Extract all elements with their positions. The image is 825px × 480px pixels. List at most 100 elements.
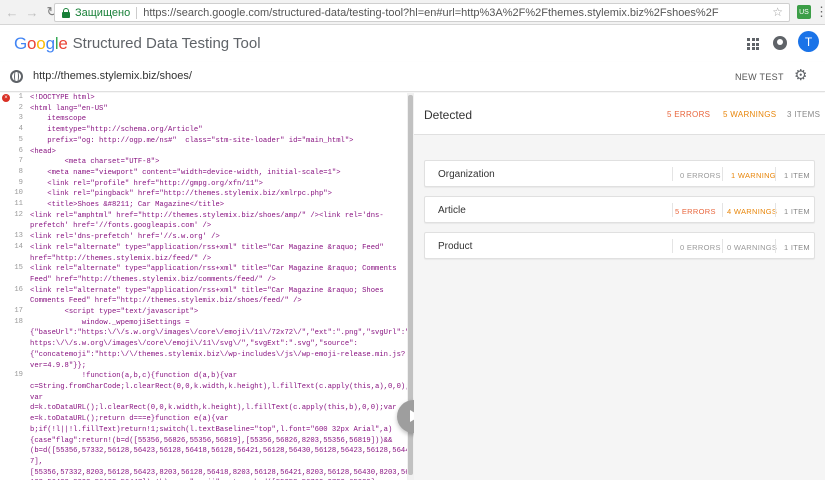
code-text: <meta name="viewport" content="width=dev… — [30, 168, 341, 177]
bookmark-star-icon[interactable]: ☆ — [772, 5, 783, 19]
code-text: <!DOCTYPE html> — [30, 94, 95, 102]
line-number: 18 — [14, 317, 23, 326]
forward-arrow-icon[interactable]: → — [24, 4, 40, 20]
code-text: !function(a,b,c){function d(a,b){var — [30, 372, 238, 381]
code-line: ver=4.9.8"}}; — [0, 361, 407, 372]
result-card-article[interactable]: Article 5 ERRORS 4 WARNINGS 1 ITEM — [424, 196, 815, 223]
code-line: {case"flag":return!(b=d([55356,56826,553… — [0, 436, 407, 447]
line-number: 8 — [18, 167, 23, 176]
code-line: d=k.toDataURL();l.clearRect(0,0,k.width,… — [0, 403, 407, 414]
code-line: 2 <html lang="en-US" — [0, 104, 407, 115]
new-test-button[interactable]: NEW TEST — [735, 72, 784, 82]
code-text: itemtype="http://schema.org/Article" — [30, 126, 203, 135]
code-line: 5 prefix="og: http://ogp.me/ns#" class="… — [0, 136, 407, 147]
line-number: 16 — [14, 285, 23, 294]
code-text: <link rel="alternate" type="application/… — [30, 265, 397, 274]
card-title: Product — [438, 241, 473, 252]
card-warnings: 1 WARNING — [731, 171, 776, 180]
code-line: 17 <script type="text/javascript"> — [0, 307, 407, 318]
code-line: 9 <link rel="profile" href="http://gmpg.… — [0, 179, 407, 190]
code-text: https:\/\/s.w.org\/images\/core\/emoji\/… — [30, 340, 358, 349]
code-text: {"concatemoji":"http:\/\/themes.stylemix… — [30, 350, 406, 359]
account-icon[interactable] — [773, 36, 787, 50]
code-text: d=k.toDataURL();l.clearRect(0,0,k.width,… — [30, 404, 397, 413]
code-line: [55356,57332,8203,56128,56423,8203,56128… — [0, 468, 407, 479]
code-line: prefetch' href='//fonts.googleapis.com' … — [0, 221, 407, 232]
lock-icon — [61, 7, 71, 18]
code-text: [55356,57332,8203,56128,56423,8203,56128… — [30, 468, 407, 477]
code-text: Feed" href="http://themes.stylemix.biz/c… — [30, 275, 276, 284]
total-errors: 5 ERRORS — [667, 110, 711, 119]
code-line: Comments Feed" href="http://themes.style… — [0, 296, 407, 307]
result-card-organization[interactable]: Organization 0 ERRORS 1 WARNING 1 ITEM — [424, 160, 815, 187]
code-line: 15 <link rel="alternate" type="applicatio… — [0, 264, 407, 275]
source-code-editor[interactable]: 1 <!DOCTYPE html> × 2 <html lang="en-US" 3 it… — [0, 93, 407, 480]
line-number: 10 — [14, 189, 23, 198]
total-items: 3 ITEMS — [787, 110, 821, 119]
avatar[interactable]: T — [798, 31, 819, 52]
browser-menu-icon[interactable]: ⋮ — [815, 4, 825, 20]
line-number: 19 — [14, 371, 23, 380]
line-number — [0, 403, 30, 414]
card-divider — [672, 203, 673, 217]
tested-url[interactable]: http://themes.stylemix.biz/shoes/ — [33, 70, 192, 82]
gear-icon[interactable]: ⚙ — [794, 68, 808, 83]
code-line: {"concatemoji":"http:\/\/themes.stylemix… — [0, 350, 407, 361]
line-number: 9 — [18, 178, 23, 187]
result-card-product[interactable]: Product 0 ERRORS 0 WARNINGS 1 ITEM — [424, 232, 815, 259]
card-divider — [775, 203, 776, 217]
results-heading: Detected — [424, 108, 473, 122]
line-number — [0, 350, 30, 361]
address-url[interactable]: https://search.google.com/structured-dat… — [143, 7, 718, 19]
apps-grid-icon[interactable] — [747, 38, 759, 50]
line-number — [0, 221, 30, 232]
code-line: c=String.fromCharCode;l.clearRect(0,0,k.… — [0, 382, 407, 393]
line-number: 4 — [18, 125, 23, 134]
code-text: {"baseUrl":"https:\/\/s.w.org\/images\/c… — [30, 329, 407, 338]
code-text: <link rel="amphtml" href="http://themes.… — [30, 211, 384, 220]
code-line: 7], — [0, 457, 407, 468]
code-line: (b=d([55356,57332,56128,56423,56128,5641… — [0, 446, 407, 457]
line-number — [0, 339, 30, 350]
code-text: itemscope — [30, 115, 87, 124]
line-number — [0, 328, 30, 339]
code-text: prefetch' href='//fonts.googleapis.com' … — [30, 222, 212, 231]
tested-url-bar: http://themes.stylemix.biz/shoes/ NEW TE… — [0, 62, 825, 92]
code-line: 10 <link rel="pingback" href="http://the… — [0, 189, 407, 200]
code-text: var — [30, 393, 43, 402]
results-header: Detected 5 ERRORS 5 WARNINGS 3 ITEMS — [414, 93, 825, 135]
line-number: 6 — [18, 146, 23, 155]
line-number: 14 — [14, 242, 23, 251]
extension-icon[interactable]: US — [797, 5, 811, 19]
code-text: {case"flag":return!(b=d([55356,56826,553… — [30, 436, 393, 445]
line-number — [0, 425, 30, 436]
line-number: 7 — [18, 157, 23, 166]
address-bar[interactable]: Защищено https://search.google.com/struc… — [54, 3, 790, 22]
code-text: 7], — [30, 457, 43, 466]
code-line: 11 <title>Shoes &#8211; Car Magazine</ti… — [0, 200, 407, 211]
back-arrow-icon[interactable]: ← — [4, 4, 20, 20]
browser-toolbar: ← → ↻ Защищено https://search.google.com… — [0, 0, 825, 25]
google-logo[interactable]: Google — [14, 34, 68, 54]
code-line: 8 <meta name="viewport" content="width=d… — [0, 168, 407, 179]
code-text: e=k.toDataURL();return d===e}function e(… — [30, 415, 229, 424]
code-line: {"baseUrl":"https:\/\/s.w.org\/images\/c… — [0, 328, 407, 339]
card-divider — [775, 167, 776, 181]
code-line: 12 <link rel="amphtml" href="http://theme… — [0, 211, 407, 222]
line-number: 5 — [18, 135, 23, 144]
code-text: <link rel="pingback" href="http://themes… — [30, 190, 332, 199]
card-items: 1 ITEM — [784, 171, 810, 180]
code-text: window._wpemojiSettings = — [30, 318, 190, 327]
code-line: b;if(!l||!l.fillText)return!1;switch(l.t… — [0, 425, 407, 436]
code-line: href="http://themes.stylemix.biz/feed/" … — [0, 254, 407, 265]
code-line: https:\/\/s.w.org\/images\/core\/emoji\/… — [0, 339, 407, 350]
code-text: <link rel='dns-prefetch' href='//s.w.org… — [30, 233, 220, 242]
code-line: var — [0, 393, 407, 404]
code-line: 3 itemscope — [0, 114, 407, 125]
line-number — [0, 436, 30, 447]
line-number — [0, 446, 30, 457]
code-text: (b=d([55356,57332,56128,56423,56128,5641… — [30, 447, 407, 456]
code-text: <title>Shoes &#8211; Car Magazine</title… — [30, 201, 225, 210]
code-line: Feed" href="http://themes.stylemix.biz/c… — [0, 275, 407, 286]
error-marker-icon[interactable]: × — [2, 94, 10, 102]
